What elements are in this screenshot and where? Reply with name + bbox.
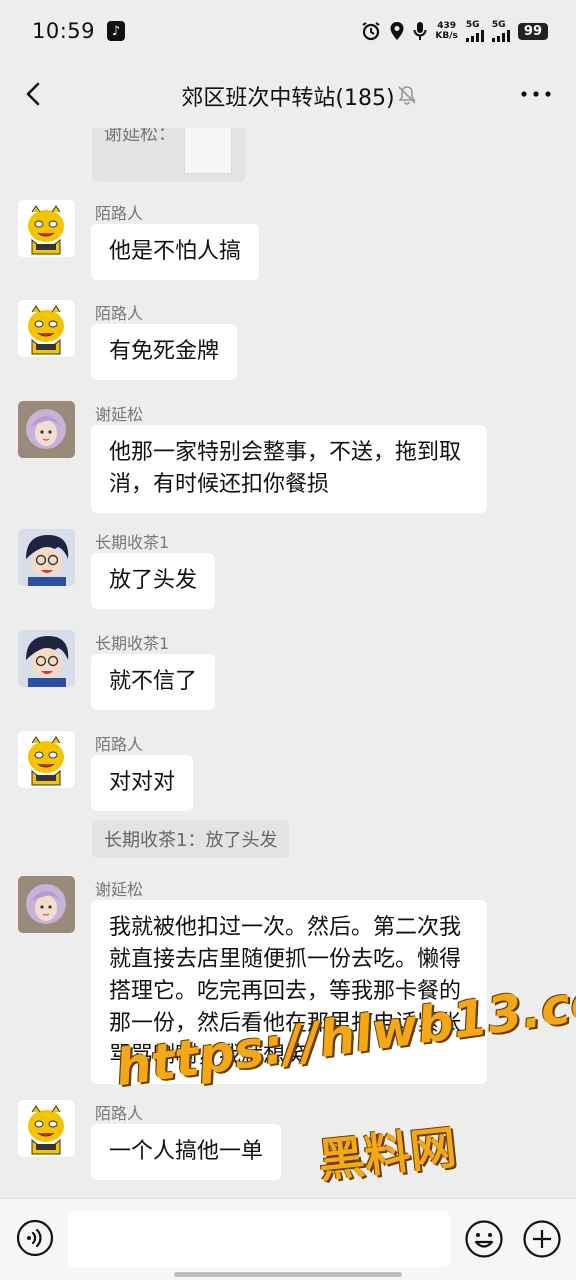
sender-name: 谢延松: [95, 880, 144, 899]
tiger-cartoon-avatar-icon: [18, 731, 75, 788]
network-speed: 439 KB/s: [435, 21, 457, 41]
message-input[interactable]: [68, 1211, 450, 1267]
message-bubble[interactable]: 他是不怕人搞: [91, 224, 260, 280]
anime-girl-avatar-icon: [18, 401, 75, 458]
sender-name: 长期收茶1: [95, 634, 170, 653]
quoted-image-card[interactable]: 谢延松：: [92, 128, 246, 182]
signal-sim1-label: 5G: [465, 19, 480, 30]
avatar[interactable]: [18, 876, 75, 933]
avatar[interactable]: [18, 401, 75, 458]
sender-name: 陌路人: [95, 204, 144, 223]
avatar[interactable]: [18, 1100, 75, 1157]
tiger-cartoon-avatar-icon: [18, 300, 75, 357]
chat-input-bar: [0, 1198, 576, 1280]
status-bar: 10:59 ♪ 439 KB/s 5G 5G 99: [0, 0, 576, 62]
network-speed-value: 439: [437, 21, 457, 31]
quoted-image-thumbnail[interactable]: [184, 128, 232, 174]
avatar[interactable]: [18, 630, 75, 687]
message-bubble[interactable]: 放了头发: [91, 553, 216, 609]
tiger-cartoon-avatar-icon: [18, 1100, 75, 1157]
sender-name: 谢延松: [95, 405, 144, 424]
sender-name: 陌路人: [95, 304, 144, 323]
sender-name: 陌路人: [95, 735, 144, 754]
quoted-sender-label: 谢延松：: [104, 128, 176, 145]
emoji-icon[interactable]: [464, 1219, 504, 1259]
avatar[interactable]: [18, 300, 75, 357]
tiktok-icon: ♪: [107, 21, 126, 41]
signal-bars-icon: [491, 29, 510, 42]
message-bubble[interactable]: 就不信了: [91, 654, 216, 710]
message-bubble[interactable]: 对对对: [91, 755, 194, 811]
home-indicator[interactable]: [174, 1272, 402, 1277]
anime-girl-avatar-icon: [18, 876, 75, 933]
battery-indicator: 99: [517, 22, 548, 40]
location-icon: [390, 22, 404, 40]
signal-sim2-label: 5G: [491, 19, 506, 30]
quoted-message-chip[interactable]: 长期收茶1：放了头发: [92, 820, 290, 858]
plus-icon[interactable]: [522, 1219, 562, 1259]
sender-name: 陌路人: [95, 1104, 144, 1123]
mute-bell-icon: [398, 86, 416, 105]
chat-title: 郊区班次中转站(185): [181, 86, 395, 111]
message-bubble[interactable]: 一个人搞他一单: [91, 1124, 282, 1180]
avatar[interactable]: [18, 200, 75, 257]
more-options-icon[interactable]: [520, 82, 552, 106]
message-bubble[interactable]: 有免死金牌: [91, 324, 238, 380]
signal-bars-icon: [465, 29, 484, 42]
chat-header: 郊区班次中转站(185): [0, 62, 576, 128]
detective-cartoon-avatar-icon: [18, 630, 75, 687]
detective-cartoon-avatar-icon: [18, 529, 75, 586]
microphone-icon: [413, 22, 427, 40]
alarm-icon: [362, 22, 380, 41]
avatar[interactable]: [18, 731, 75, 788]
avatar[interactable]: [18, 529, 75, 586]
signal-sim2: 5G: [491, 19, 510, 42]
sender-name: 长期收茶1: [95, 533, 170, 552]
network-speed-unit: KB/s: [435, 31, 458, 41]
status-icons: 439 KB/s 5G 5G 99: [361, 19, 548, 42]
tiger-cartoon-avatar-icon: [18, 200, 75, 257]
message-bubble[interactable]: 他那一家特别会整事，不送，拖到取消，有时候还扣你餐损: [91, 425, 487, 513]
voice-input-icon[interactable]: [16, 1219, 54, 1257]
signal-sim1: 5G: [465, 19, 484, 42]
status-time: 10:59: [32, 19, 96, 43]
